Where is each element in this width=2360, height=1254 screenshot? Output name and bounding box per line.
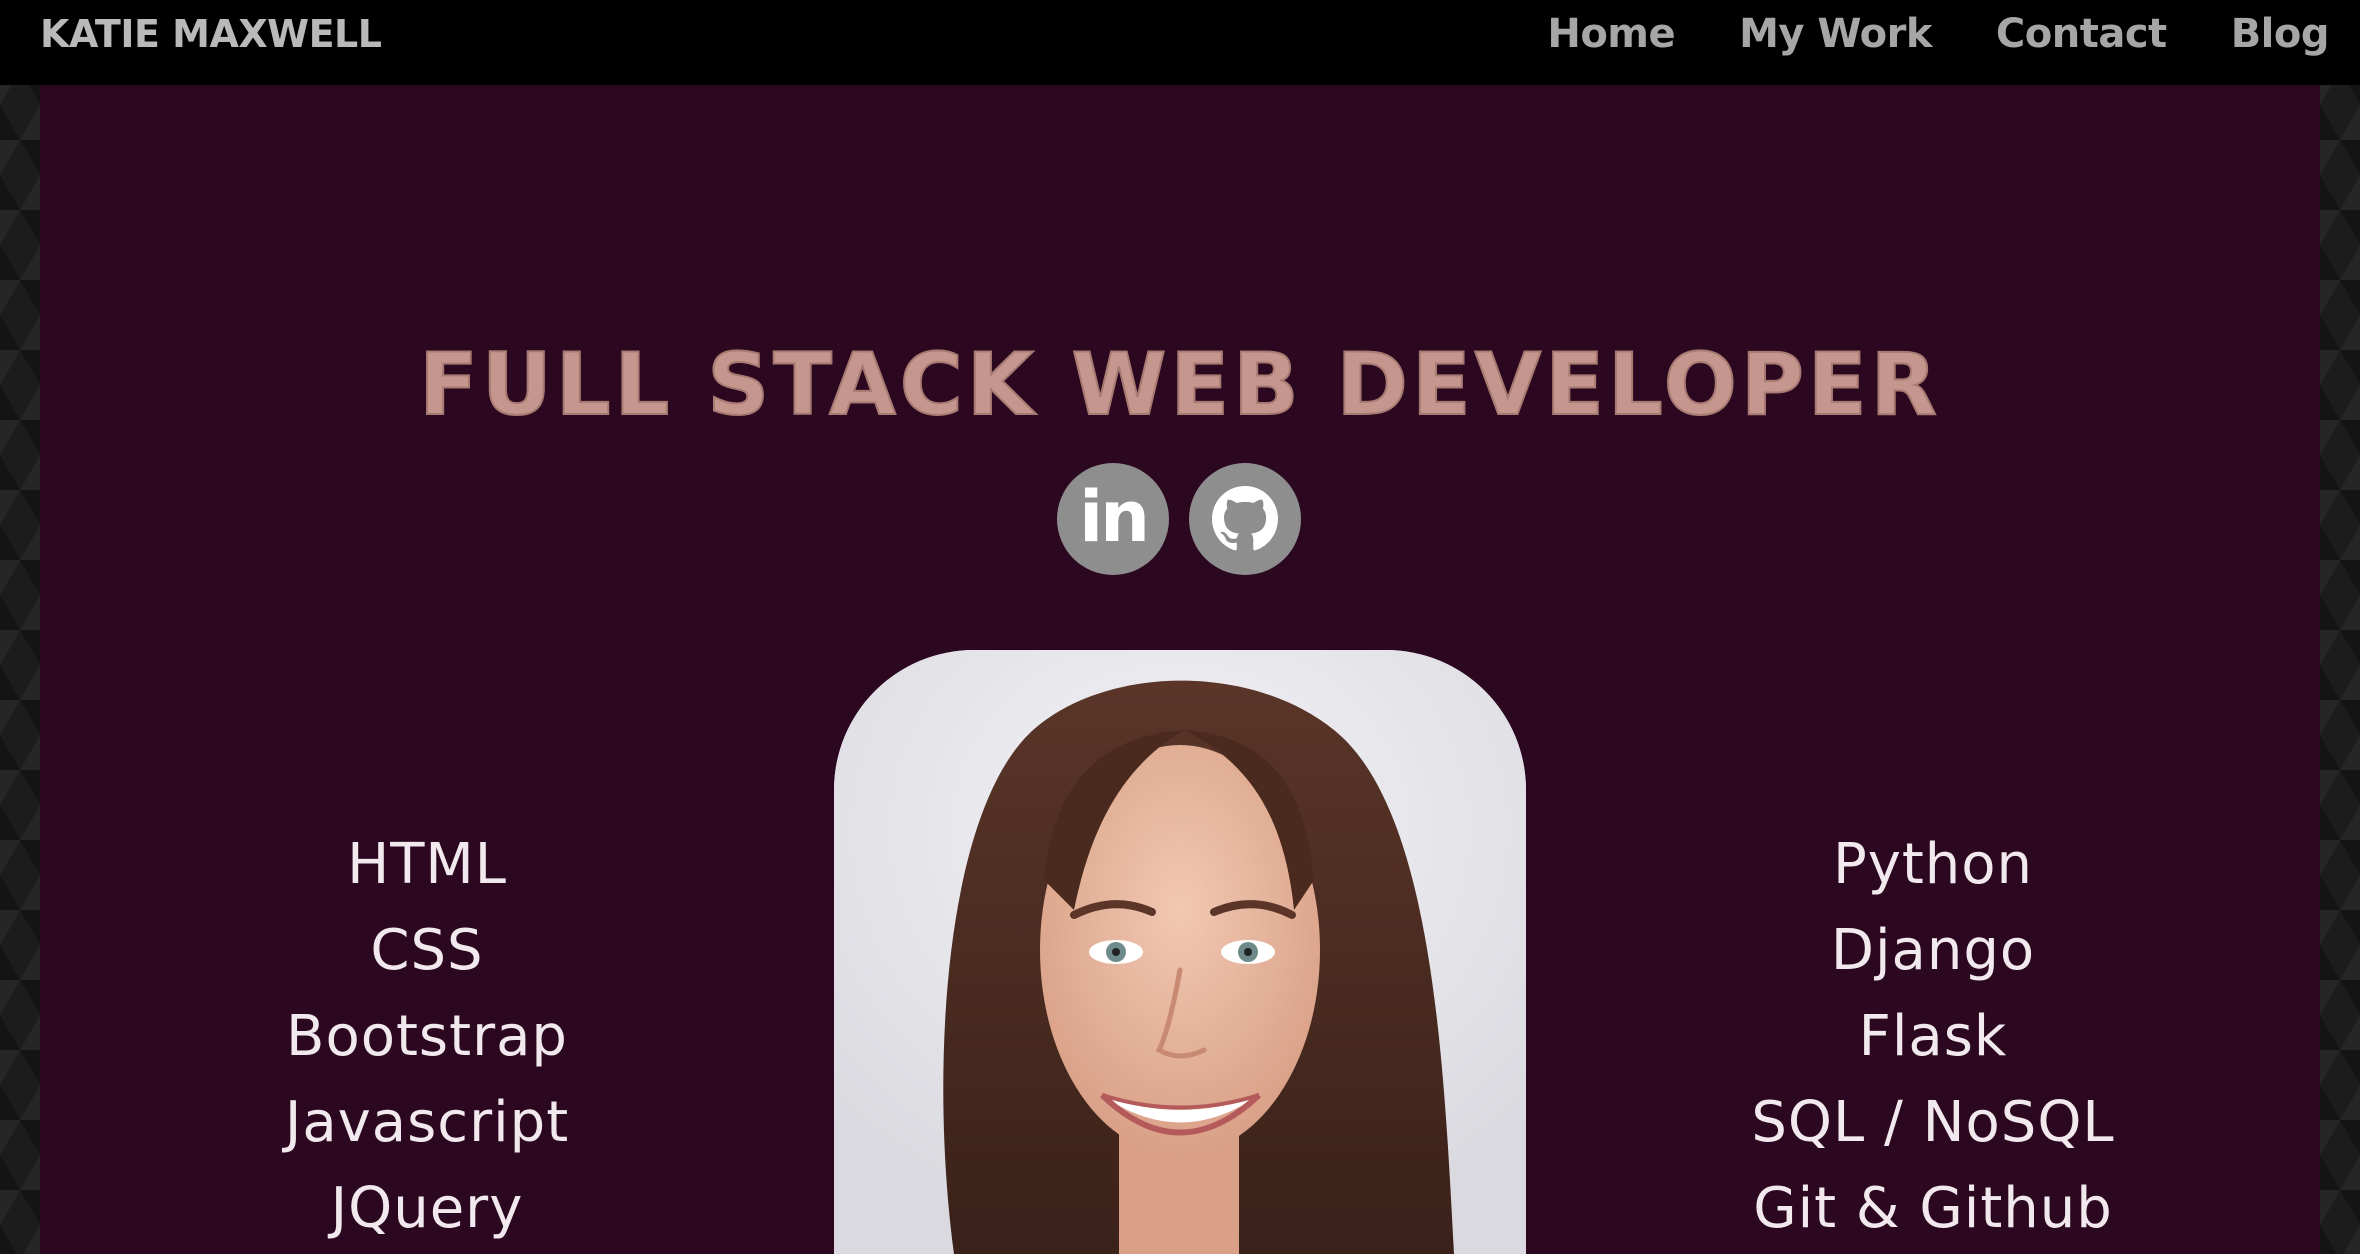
skill-item: SQL / NoSQL [1751,1090,2115,1155]
main-nav: Home My Work Contact Blog [1547,11,2329,57]
skill-item: HTML [347,832,507,897]
skills-list-frontend: HTML CSS Bootstrap Javascript JQuery [227,822,627,1252]
portrait-illustration [834,650,1526,1254]
skill-item: Flask [1858,1004,2008,1069]
skill-item: Python [1832,832,2034,897]
skill-item: JQuery [330,1176,524,1241]
skill-item: Javascript [284,1090,570,1155]
linkedin-button[interactable]: in [1057,463,1169,575]
top-navbar: KATIE MAXWELL Home My Work Contact Blog [0,0,2360,85]
skill-item: CSS [370,918,484,983]
nav-link-home[interactable]: Home [1547,11,1675,57]
skills-list-backend: Python Django Flask SQL / NoSQL Git & Gi… [1733,822,2133,1252]
skill-item: Bootstrap [286,1004,568,1069]
site-brand[interactable]: KATIE MAXWELL [40,12,382,56]
linkedin-icon: in [1079,476,1150,558]
hero-headline: FULL STACK WEB DEVELOPER [418,334,1941,436]
nav-link-my-work[interactable]: My Work [1739,11,1932,57]
nav-link-contact[interactable]: Contact [1996,11,2167,57]
github-button[interactable] [1189,463,1301,575]
profile-photo [834,650,1526,1254]
social-links: in [1057,463,1301,575]
nav-link-blog[interactable]: Blog [2231,11,2330,57]
github-icon [1212,486,1278,551]
skill-item: Django [1830,918,2036,983]
skill-item: Git & Github [1753,1176,2113,1241]
